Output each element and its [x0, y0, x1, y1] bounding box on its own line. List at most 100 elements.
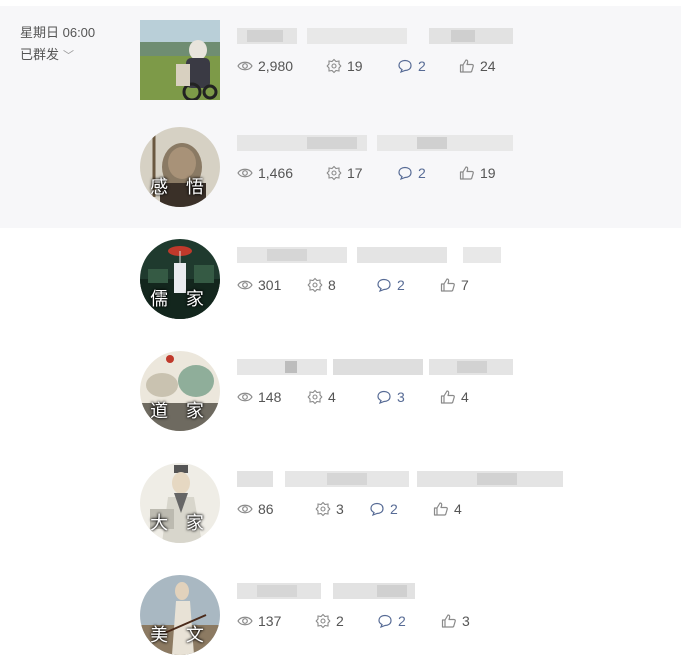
shares-stat: 4 — [307, 389, 376, 405]
likes-stat: 19 — [459, 165, 496, 181]
shares-count: 17 — [347, 165, 363, 181]
thumbnail-caption: 美 文 — [150, 625, 210, 646]
comments-stat[interactable]: 2 — [377, 613, 441, 629]
article-item[interactable]: 大 家 86 3 2 4 — [140, 463, 660, 545]
views-count: 301 — [258, 277, 282, 293]
article-item[interactable]: 美 文 137 2 2 3 — [140, 575, 660, 657]
comments-stat[interactable]: 2 — [397, 165, 459, 181]
thumbs-up-icon — [440, 390, 455, 404]
likes-count: 19 — [480, 165, 496, 181]
article-item[interactable]: 感 悟 1,466 17 2 19 — [140, 127, 660, 209]
article-title-blurred[interactable] — [237, 581, 427, 601]
thumbs-up-icon — [441, 614, 456, 628]
likes-count: 24 — [480, 58, 496, 74]
comments-count: 2 — [418, 58, 426, 74]
shares-count: 8 — [328, 277, 336, 293]
comments-count: 2 — [390, 501, 398, 517]
shares-count: 3 — [336, 501, 344, 517]
article-thumbnail[interactable]: 儒 家 — [140, 239, 220, 319]
article-title-blurred[interactable] — [237, 26, 517, 46]
views-stat: 86 — [237, 501, 315, 517]
status-label: 已群发 — [20, 47, 60, 62]
likes-count: 4 — [461, 389, 469, 405]
article-stats: 86 3 2 4 — [237, 499, 462, 519]
article-stats: 137 2 2 3 — [237, 611, 470, 631]
share-icon — [307, 277, 323, 293]
views-stat: 301 — [237, 277, 307, 293]
views-count: 86 — [258, 501, 274, 517]
likes-stat: 24 — [459, 58, 496, 74]
eye-icon — [237, 392, 253, 402]
publish-time: 星期日 06:00 — [20, 25, 96, 40]
comments-count: 2 — [397, 277, 405, 293]
thumbnail-caption: 感 悟 — [150, 177, 210, 198]
views-count: 137 — [258, 613, 282, 629]
comments-stat[interactable]: 2 — [397, 58, 459, 74]
likes-count: 4 — [454, 501, 462, 517]
shares-stat: 3 — [315, 501, 369, 517]
share-icon — [326, 58, 342, 74]
thumbnail-caption: 道 家 — [150, 401, 210, 422]
article-stats: 2,980 19 2 24 — [237, 56, 496, 76]
likes-count: 7 — [461, 277, 469, 293]
views-count: 1,466 — [258, 165, 294, 181]
share-icon — [315, 613, 331, 629]
likes-count: 3 — [462, 613, 470, 629]
shares-stat: 8 — [307, 277, 376, 293]
views-count: 2,980 — [258, 58, 294, 74]
eye-icon — [237, 168, 253, 178]
comments-count: 3 — [397, 389, 405, 405]
article-item[interactable]: 道 家 148 4 3 4 — [140, 351, 660, 433]
article-title-blurred[interactable] — [237, 469, 567, 489]
chevron-down-icon[interactable]: ﹀ — [63, 45, 74, 67]
article-title-blurred[interactable] — [237, 133, 517, 153]
shares-count: 19 — [347, 58, 363, 74]
article-item[interactable]: 2,980 19 2 24 — [140, 20, 660, 102]
article-thumbnail[interactable]: 美 文 — [140, 575, 220, 655]
views-stat: 1,466 — [237, 165, 326, 181]
eye-icon — [237, 504, 253, 514]
article-thumbnail[interactable]: 感 悟 — [140, 127, 220, 207]
thumbnail-caption: 儒 家 — [150, 289, 210, 310]
views-stat: 2,980 — [237, 58, 326, 74]
comment-icon — [377, 278, 391, 293]
article-thumbnail[interactable]: 道 家 — [140, 351, 220, 431]
likes-stat: 4 — [440, 389, 469, 405]
article-thumbnail[interactable]: 大 家 — [140, 463, 220, 543]
comments-stat[interactable]: 3 — [376, 389, 440, 405]
comment-icon — [377, 390, 391, 405]
article-item[interactable]: 儒 家 301 8 2 7 — [140, 239, 660, 321]
article-stats: 148 4 3 4 — [237, 387, 469, 407]
shares-stat: 2 — [315, 613, 377, 629]
article-title-blurred[interactable] — [237, 357, 527, 377]
comment-icon — [398, 59, 412, 74]
share-icon — [326, 165, 342, 181]
likes-stat: 4 — [433, 501, 462, 517]
comments-stat[interactable]: 2 — [369, 501, 433, 517]
eye-icon — [237, 280, 253, 290]
shares-stat: 17 — [326, 165, 397, 181]
share-icon — [307, 389, 323, 405]
comments-stat[interactable]: 2 — [376, 277, 440, 293]
article-thumbnail[interactable] — [140, 20, 220, 100]
comments-count: 2 — [398, 613, 406, 629]
thumbs-up-icon — [440, 278, 455, 292]
shares-count: 2 — [336, 613, 344, 629]
thumbs-up-icon — [459, 166, 474, 180]
article-stats: 301 8 2 7 — [237, 275, 469, 295]
eye-icon — [237, 616, 253, 626]
comment-icon — [378, 614, 392, 629]
thumbnail-caption: 大 家 — [150, 513, 210, 534]
eye-icon — [237, 61, 253, 71]
views-stat: 148 — [237, 389, 307, 405]
thumbs-up-icon — [459, 59, 474, 73]
article-title-blurred[interactable] — [237, 245, 517, 265]
publish-status[interactable]: 已群发 ﹀ — [20, 44, 95, 67]
comment-icon — [370, 502, 384, 517]
thumbs-up-icon — [433, 502, 448, 516]
article-stats: 1,466 17 2 19 — [237, 163, 496, 183]
comments-count: 2 — [418, 165, 426, 181]
shares-stat: 19 — [326, 58, 397, 74]
likes-stat: 3 — [441, 613, 470, 629]
share-icon — [315, 501, 331, 517]
